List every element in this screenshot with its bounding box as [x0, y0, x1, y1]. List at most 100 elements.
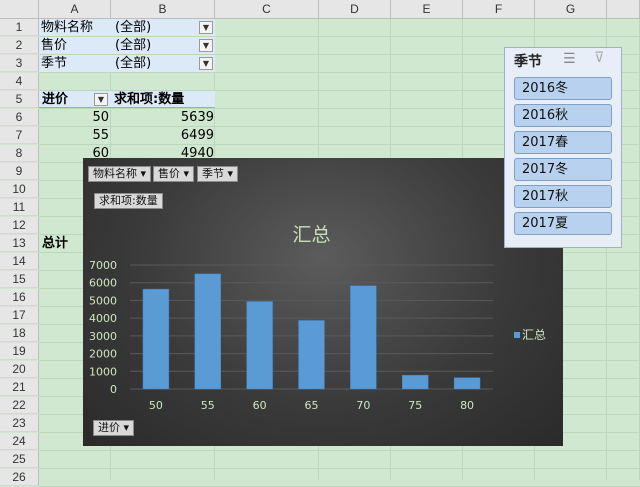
pivot-value-header: 求和项:数量: [114, 92, 185, 107]
y-tick-label: 2000: [89, 348, 117, 361]
clear-filter-icon[interactable]: ⊽: [594, 50, 604, 66]
chart-filter-button[interactable]: 售价 ▾: [153, 166, 195, 182]
filter-value: (全部): [115, 20, 152, 35]
column-header[interactable]: B: [111, 0, 215, 19]
row-header[interactable]: 2: [0, 37, 39, 54]
pivot-chart[interactable]: 物料名称 ▾ 售价 ▾ 季节 ▾ 求和项:数量 进价 ▾ 汇总 0 1000 2000…: [83, 158, 563, 446]
y-tick-label: 5000: [89, 294, 117, 307]
y-tick-label: 3000: [89, 330, 117, 343]
y-tick-label: 7000: [89, 259, 117, 272]
filter-dropdown-button[interactable]: ▼: [199, 21, 213, 34]
row-header[interactable]: 14: [0, 253, 39, 270]
chart-value-field-button[interactable]: 求和项:数量: [94, 193, 163, 209]
chart-bar: [246, 301, 273, 390]
y-tick-label: 4000: [89, 312, 117, 325]
filter-label: 季节: [41, 56, 68, 71]
row-header[interactable]: 9: [0, 163, 39, 180]
slicer-item[interactable]: 2017夏: [514, 212, 612, 235]
pivot-row-key: 55: [92, 128, 109, 143]
filter-dropdown-button[interactable]: ▼: [199, 57, 213, 70]
x-tick-label: 75: [408, 399, 422, 412]
filter-label: 售价: [41, 38, 68, 53]
legend-swatch: [514, 332, 520, 338]
row-header[interactable]: 25: [0, 451, 39, 468]
y-tick-label: 1000: [89, 365, 117, 378]
row-header[interactable]: 7: [0, 127, 39, 144]
row-header[interactable]: 6: [0, 109, 39, 126]
gridline: [39, 450, 640, 451]
column-header[interactable]: G: [535, 0, 607, 19]
chart-filter-label: 物料名称: [93, 167, 137, 180]
row-header[interactable]: 26: [0, 469, 39, 486]
row-header[interactable]: 22: [0, 397, 39, 414]
pivot-row-value: 6499: [180, 128, 214, 143]
pivot-row-key: 50: [92, 110, 109, 125]
chart-filter-label: 售价: [158, 167, 180, 180]
chart-bar: [402, 374, 429, 390]
column-header[interactable]: C: [215, 0, 319, 19]
x-tick-label: 80: [460, 399, 474, 412]
chart-bar: [350, 285, 377, 390]
row-header[interactable]: 12: [0, 217, 39, 234]
select-all-corner[interactable]: [0, 0, 39, 19]
pivot-total-label: 总计: [42, 236, 69, 251]
chart-bar: [453, 377, 481, 390]
row-header[interactable]: 10: [0, 181, 39, 198]
slicer-item[interactable]: 2017冬: [514, 158, 612, 181]
slicer-item[interactable]: 2017秋: [514, 185, 612, 208]
x-tick-label: 70: [356, 399, 370, 412]
column-header[interactable]: D: [319, 0, 391, 19]
filter-dropdown-button[interactable]: ▼: [199, 39, 213, 52]
column-header[interactable]: F: [463, 0, 535, 19]
chart-bar: [298, 320, 325, 390]
x-tick-label: 60: [253, 399, 267, 412]
spreadsheet: ABCDEFG 1 2 3 4 5 6 7 8 9 10 11 12 13 14 15 16 17 18 19 20 2…: [0, 0, 640, 487]
row-header[interactable]: 15: [0, 271, 39, 288]
multi-select-icon[interactable]: ☰: [563, 51, 576, 67]
chart-title: 汇总: [292, 224, 330, 246]
column-header[interactable]: A: [39, 0, 111, 19]
column-header[interactable]: E: [391, 0, 463, 19]
filter-value: (全部): [115, 38, 152, 53]
row-header[interactable]: 16: [0, 289, 39, 306]
slicer-item[interactable]: 2016秋: [514, 104, 612, 127]
chart-axis-field-label: 进价: [98, 421, 120, 434]
filter-label: 物料名称: [41, 20, 94, 35]
slicer-item[interactable]: 2017春: [514, 131, 612, 154]
row-header[interactable]: 13: [0, 235, 39, 252]
chart-filter-button[interactable]: 季节 ▾: [197, 166, 239, 182]
chart-bar: [142, 288, 170, 390]
season-slicer[interactable]: 季节 ☰ ⊽ 2016冬 2016秋 2017春 2017冬 2017秋 2017夏: [504, 47, 622, 248]
row-header[interactable]: 18: [0, 325, 39, 342]
pivot-row-filter-button[interactable]: ▼: [94, 93, 108, 106]
row-header[interactable]: 19: [0, 343, 39, 360]
row-header[interactable]: 24: [0, 433, 39, 450]
x-tick-label: 65: [305, 399, 319, 412]
y-tick-label: 0: [110, 383, 117, 396]
column-header[interactable]: [607, 0, 640, 19]
chart-axis-field-button[interactable]: 进价 ▾: [93, 420, 135, 436]
row-header[interactable]: 17: [0, 307, 39, 324]
row-header[interactable]: 21: [0, 379, 39, 396]
row-header[interactable]: 20: [0, 361, 39, 378]
pivot-row-value: 5639: [180, 110, 214, 125]
row-header[interactable]: 4: [0, 73, 39, 90]
chart-filter-button[interactable]: 物料名称 ▾: [88, 166, 152, 182]
row-header[interactable]: 3: [0, 55, 39, 72]
slicer-title: 季节: [514, 54, 542, 70]
filter-value: (全部): [115, 56, 152, 71]
gridline: [39, 468, 640, 469]
chart-bar: [194, 273, 221, 390]
pivot-row-header: 进价: [42, 92, 69, 107]
chart-filter-label: 季节: [202, 167, 224, 180]
row-header[interactable]: 1: [0, 19, 39, 36]
x-tick-label: 55: [201, 399, 215, 412]
legend-label: 汇总: [522, 328, 546, 342]
slicer-item[interactable]: 2016冬: [514, 77, 612, 100]
row-header[interactable]: 5: [0, 91, 39, 108]
row-header[interactable]: 23: [0, 415, 39, 432]
row-header[interactable]: 11: [0, 199, 39, 216]
y-tick-label: 6000: [89, 277, 117, 290]
x-tick-label: 50: [149, 399, 163, 412]
row-header[interactable]: 8: [0, 145, 39, 162]
